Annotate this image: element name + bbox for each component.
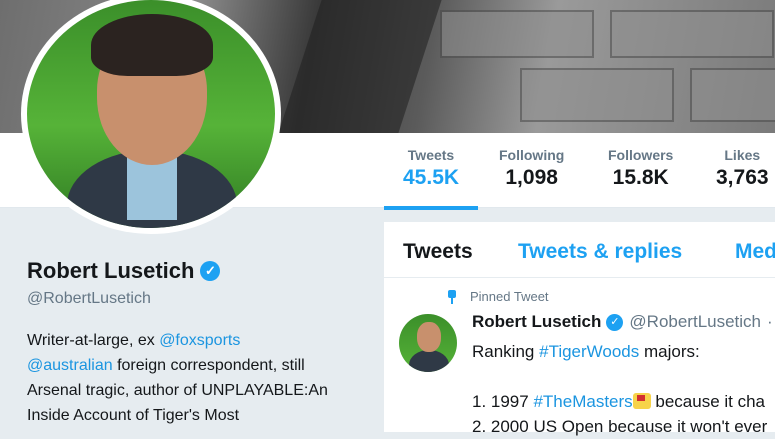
bio-mention-australian[interactable]: @australian [27,357,113,374]
avatar-photo [27,0,275,228]
stat-label: Following [499,147,565,163]
profile-avatar[interactable] [21,0,281,234]
bio-text: Writer-at-large, ex [27,332,160,349]
tab-tweets-and-replies[interactable]: Tweets & replies [518,240,682,264]
profile-name[interactable]: Robert Lusetich ✓ [27,258,221,284]
tab-media[interactable]: Media [735,240,775,264]
masters-flag-icon [632,393,651,409]
tweet-text-segment: Ranking [472,342,540,361]
stat-value: 3,763 [716,166,769,189]
profile-name-text: Robert Lusetich [27,258,195,283]
stat-label: Likes [724,147,761,163]
tab-tweets[interactable]: Tweets [403,240,473,264]
timeline-panel: Tweets Tweets & replies Media Pinned Twe… [384,222,775,436]
tweet-author-name[interactable]: Robert Lusetich [472,312,601,332]
profile-handle[interactable]: @RobertLusetich [27,290,151,308]
hashtag-themasters[interactable]: #TheMasters [533,392,632,411]
stat-label: Tweets [407,147,455,163]
hashtag-tigerwoods[interactable]: #TigerWoods [539,342,639,361]
avatar-hair [91,14,213,76]
verified-badge-icon: ✓ [606,313,624,331]
tweet-timestamp[interactable]: · 4 [767,312,775,332]
tweet-text-segment: because it cha [650,392,766,411]
banner-brick [690,68,775,122]
banner-brick [610,10,774,58]
bio-text: Inside Account of Tiger's Most [27,407,240,424]
banner-brick [440,10,594,58]
avatar-face [417,322,441,352]
tweet-text: Ranking #TigerWoods majors: 1. 1997 #The… [472,339,775,439]
stat-value: 45.5K [403,166,460,189]
stat-label: Followers [608,147,674,163]
bio-text: foreign correspondent, still [112,357,305,374]
banner-brick [520,68,674,122]
avatar-shirt [409,350,449,372]
stat-likes[interactable]: Likes 3,763 [716,147,769,190]
tweet-text-segment: majors: [639,342,700,361]
bio-text: Arsenal tragic, author of UNPLAYABLE:An [27,382,328,399]
tweet-header: Robert Lusetich ✓ @RobertLusetich · 4 [472,312,775,332]
pinned-tweet-indicator: Pinned Tweet [446,289,549,304]
verified-badge-icon: ✓ [200,261,221,281]
banner-shadow [278,0,442,133]
tweet-text-segment: 2. 2000 US Open because it won't ever [472,417,768,436]
stat-followers[interactable]: Followers 15.8K [608,147,673,190]
stat-value: 15.8K [612,166,669,189]
tweet-author-handle[interactable]: @RobertLusetich [629,312,761,332]
timeline-tabs: Tweets Tweets & replies Media [384,222,775,278]
profile-bio: Writer-at-large, ex @foxsports @australi… [27,328,362,428]
pin-icon [446,289,458,304]
tweet-author-avatar[interactable] [399,314,457,372]
stat-tweets[interactable]: Tweets 45.5K [383,147,479,210]
pinned-label: Pinned Tweet [470,289,549,304]
stat-value: 1,098 [505,166,558,189]
bio-mention-foxsports[interactable]: @foxsports [159,332,240,349]
tweet-text-segment: 1. 1997 [472,392,534,411]
stat-following[interactable]: Following 1,098 [499,147,564,190]
